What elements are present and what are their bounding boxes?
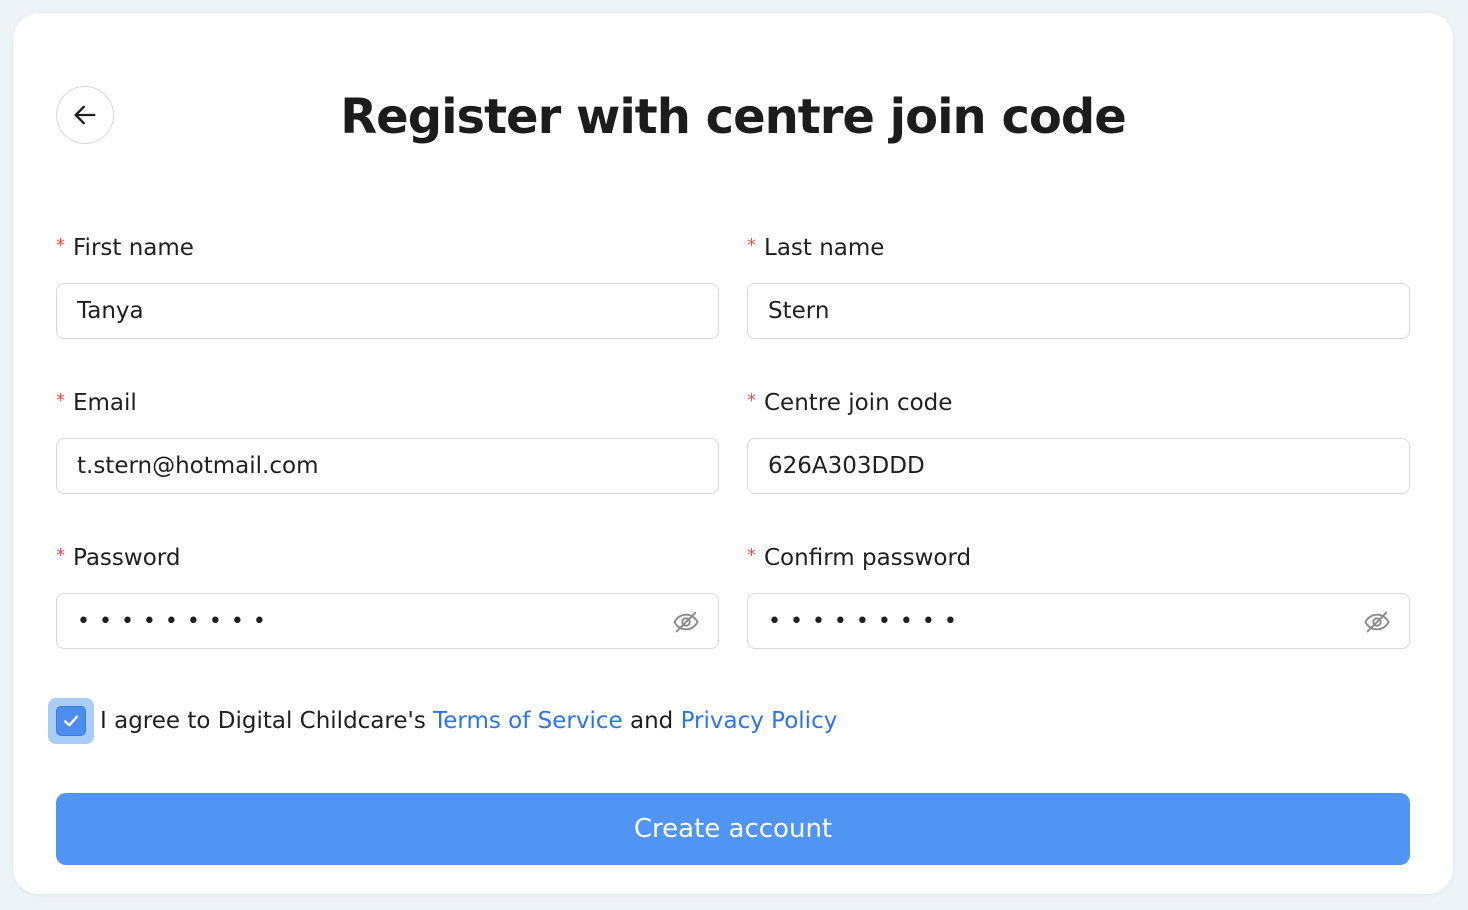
- checkbox-box: [56, 706, 86, 736]
- required-marker: *: [747, 545, 756, 566]
- join-code-value: 626A303DDD: [768, 453, 925, 479]
- last-name-group: * Last name Stern: [747, 233, 1410, 339]
- required-marker: *: [747, 235, 756, 256]
- confirm-password-label: * Confirm password: [747, 545, 972, 571]
- register-card: Register with centre join code * First na…: [13, 13, 1453, 894]
- first-name-value: Tanya: [77, 298, 144, 324]
- page-title: Register with centre join code: [340, 89, 1127, 145]
- password-group: * Password •••••••••: [56, 543, 719, 649]
- required-marker: *: [747, 390, 756, 411]
- privacy-policy-link[interactable]: Privacy Policy: [681, 708, 838, 734]
- confirm-password-value: •••••••••: [768, 608, 966, 634]
- agreement-and-text: and: [622, 708, 681, 734]
- required-marker: *: [56, 545, 65, 566]
- last-name-input[interactable]: Stern: [747, 283, 1410, 339]
- first-name-label: * First name: [56, 235, 194, 261]
- terms-checkbox[interactable]: [48, 698, 94, 744]
- first-name-group: * First name Tanya: [56, 233, 719, 339]
- email-label: * Email: [56, 390, 137, 416]
- terms-agreement: I agree to Digital Childcare's Terms of …: [48, 698, 837, 744]
- confirm-password-group: * Confirm password •••••••••: [747, 543, 1410, 649]
- join-code-input[interactable]: 626A303DDD: [747, 438, 1410, 494]
- password-input[interactable]: •••••••••: [56, 593, 719, 649]
- check-icon: [63, 715, 79, 727]
- password-value: •••••••••: [77, 608, 275, 634]
- required-marker: *: [56, 390, 65, 411]
- email-value: t.stern@hotmail.com: [77, 453, 319, 479]
- last-name-label: * Last name: [747, 235, 885, 261]
- agreement-text: I agree to Digital Childcare's: [100, 708, 434, 734]
- first-name-input[interactable]: Tanya: [56, 283, 719, 339]
- eye-off-icon[interactable]: [672, 608, 700, 636]
- confirm-password-input[interactable]: •••••••••: [747, 593, 1410, 649]
- create-account-button[interactable]: Create account: [56, 793, 1410, 865]
- password-label: * Password: [56, 545, 181, 571]
- email-group: * Email t.stern@hotmail.com: [56, 388, 719, 494]
- required-marker: *: [56, 235, 65, 256]
- email-input[interactable]: t.stern@hotmail.com: [56, 438, 719, 494]
- eye-off-icon[interactable]: [1363, 608, 1391, 636]
- terms-of-service-link[interactable]: Terms of Service: [433, 708, 623, 734]
- join-code-group: * Centre join code 626A303DDD: [747, 388, 1410, 494]
- join-code-label: * Centre join code: [747, 390, 953, 416]
- last-name-value: Stern: [768, 298, 830, 324]
